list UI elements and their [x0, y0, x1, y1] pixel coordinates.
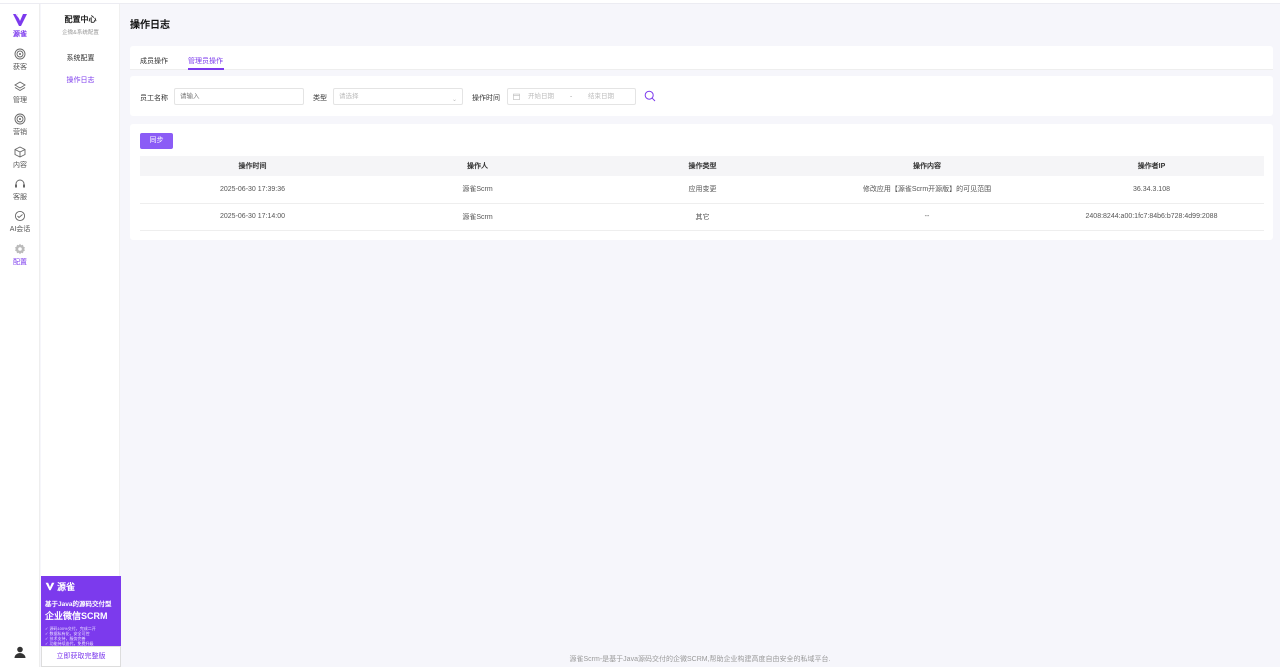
type-label: 类型 [313, 95, 327, 102]
rail-item-label: 管理 [13, 97, 27, 104]
chat-icon [14, 210, 26, 222]
rail-item-label: 获客 [13, 64, 27, 71]
target-icon [14, 48, 26, 60]
config-submenu: 配置中心 企微&系统配置 系统配置 操作日志 源雀 基于Java的源码交付型 企… [41, 4, 121, 667]
promo-product: 企业微信SCRM [45, 611, 108, 621]
cell-operation-type: 其它 [590, 203, 815, 231]
rail-item-settings[interactable]: 配置 [0, 243, 40, 267]
end-date-placeholder[interactable]: 结束日期 [588, 89, 614, 104]
layers-icon [14, 81, 26, 92]
submenu-subtitle: 企微&系统配置 [62, 30, 99, 36]
cell-operator: 源雀Scrm [365, 203, 590, 231]
brand-name: 源雀 [13, 31, 27, 38]
column-header[interactable]: 操作者IP [1039, 156, 1264, 176]
column-header[interactable]: 操作时间 [140, 156, 365, 176]
target-icon [14, 113, 26, 125]
search-icon[interactable] [644, 90, 656, 102]
page-footer: 源雀Scrm-是基于Java源码交付的企微SCRM,帮助企业构建高度自由安全的私… [569, 656, 831, 663]
logo-icon [13, 13, 27, 26]
submenu-item-system-config[interactable]: 系统配置 [41, 53, 120, 63]
page-title: 操作日志 [130, 20, 170, 31]
promo-brand-name: 源雀 [57, 582, 76, 592]
active-tab-indicator [188, 68, 224, 70]
employee-name-label: 员工名称 [140, 95, 168, 102]
table-row[interactable]: 2025-06-30 17:14:00 源雀Scrm 其它 -- 2408:82… [140, 203, 1264, 231]
promo-bullets: ✓ 源码100%交付，完成二开 ✓ 数据私有化，安全可控 ✓ 技术支持，服务完善… [45, 626, 117, 646]
operation-log-table: 操作时间 操作人 操作类型 操作内容 操作者IP 2025-06-30 17:3… [140, 156, 1264, 231]
promo-brand: 源雀 [45, 580, 117, 593]
start-date-placeholder[interactable]: 开始日期 [528, 89, 554, 104]
gear-icon [15, 243, 25, 255]
date-separator: - [570, 93, 573, 100]
column-header[interactable]: 操作内容 [815, 156, 1039, 176]
cell-operation-time: 2025-06-30 17:39:36 [140, 176, 365, 204]
chevron-down-icon: ⌄ [451, 97, 457, 103]
rail-item-label: 配置 [13, 259, 27, 266]
tab-admin-operations[interactable]: 管理员操作 [188, 56, 223, 66]
rail-item-label: 内容 [13, 162, 27, 169]
brand-logo[interactable]: 源雀 [0, 13, 40, 39]
headset-icon [15, 179, 25, 188]
rail-item-marketing[interactable]: 营销 [0, 113, 40, 137]
submenu-item-operation-log[interactable]: 操作日志 [41, 75, 120, 85]
cell-operator-ip: 36.34.3.108 [1039, 176, 1264, 204]
rail-item-label: AI会话 [9, 226, 31, 233]
type-select[interactable]: 请选择 ⌄ [333, 88, 463, 105]
type-select-placeholder: 请选择 [339, 93, 359, 100]
rail-item-label: 营销 [13, 129, 27, 136]
table-header-row: 操作时间 操作人 操作类型 操作内容 操作者IP [140, 156, 1264, 176]
employee-name-input[interactable] [174, 88, 304, 105]
cell-operation-content: 修改应用【源雀Scrm开源版】的可见范围 [815, 176, 1039, 204]
promo-banner[interactable]: 源雀 基于Java的源码交付型 企业微信SCRM ✓ 源码100%交付，完成二开… [41, 576, 121, 646]
cube-icon [14, 146, 26, 158]
tab-bar: 成员操作 管理员操作 [130, 46, 1273, 70]
column-header[interactable]: 操作类型 [590, 156, 815, 176]
cell-operation-time: 2025-06-30 17:14:00 [140, 203, 365, 231]
rail-item-acquire[interactable]: 获客 [0, 48, 40, 72]
main-nav-rail: 源雀 获客 管理 营销 内容 客服 AI会话 配置 [0, 4, 40, 667]
operation-time-label: 操作时间 [472, 95, 500, 102]
column-header[interactable]: 操作人 [365, 156, 590, 176]
rail-item-content[interactable]: 内容 [0, 146, 40, 170]
get-full-version-button[interactable]: 立即获取完整版 [41, 646, 121, 667]
submenu-title: 配置中心 [64, 15, 97, 24]
rail-item-service[interactable]: 客服 [0, 178, 40, 202]
rail-item-ai-chat[interactable]: AI会话 [0, 210, 40, 234]
rail-item-manage[interactable]: 管理 [0, 81, 40, 105]
date-range-picker[interactable]: 开始日期 - 结束日期 [507, 88, 636, 105]
rail-item-label: 客服 [13, 194, 27, 201]
cell-operation-type: 应用变更 [590, 176, 815, 204]
user-icon[interactable] [13, 645, 27, 659]
table-row[interactable]: 2025-06-30 17:39:36 源雀Scrm 应用变更 修改应用【源雀S… [140, 176, 1264, 204]
cell-operator: 源雀Scrm [365, 176, 590, 204]
cell-operation-content: -- [815, 203, 1039, 231]
calendar-icon [513, 93, 520, 100]
promo-headline: 基于Java的源码交付型 [45, 601, 112, 608]
sync-button[interactable]: 同步 [140, 133, 173, 149]
tab-member-operations[interactable]: 成员操作 [140, 56, 168, 66]
filter-panel: 员工名称 类型 请选择 ⌄ 操作时间 开始日期 - 结束日期 [130, 76, 1273, 116]
top-bar [0, 0, 1280, 4]
cell-operator-ip: 2408:8244:a00:1fc7:84b6:b728:4d99:2088 [1039, 203, 1264, 231]
logo-icon [45, 582, 55, 591]
